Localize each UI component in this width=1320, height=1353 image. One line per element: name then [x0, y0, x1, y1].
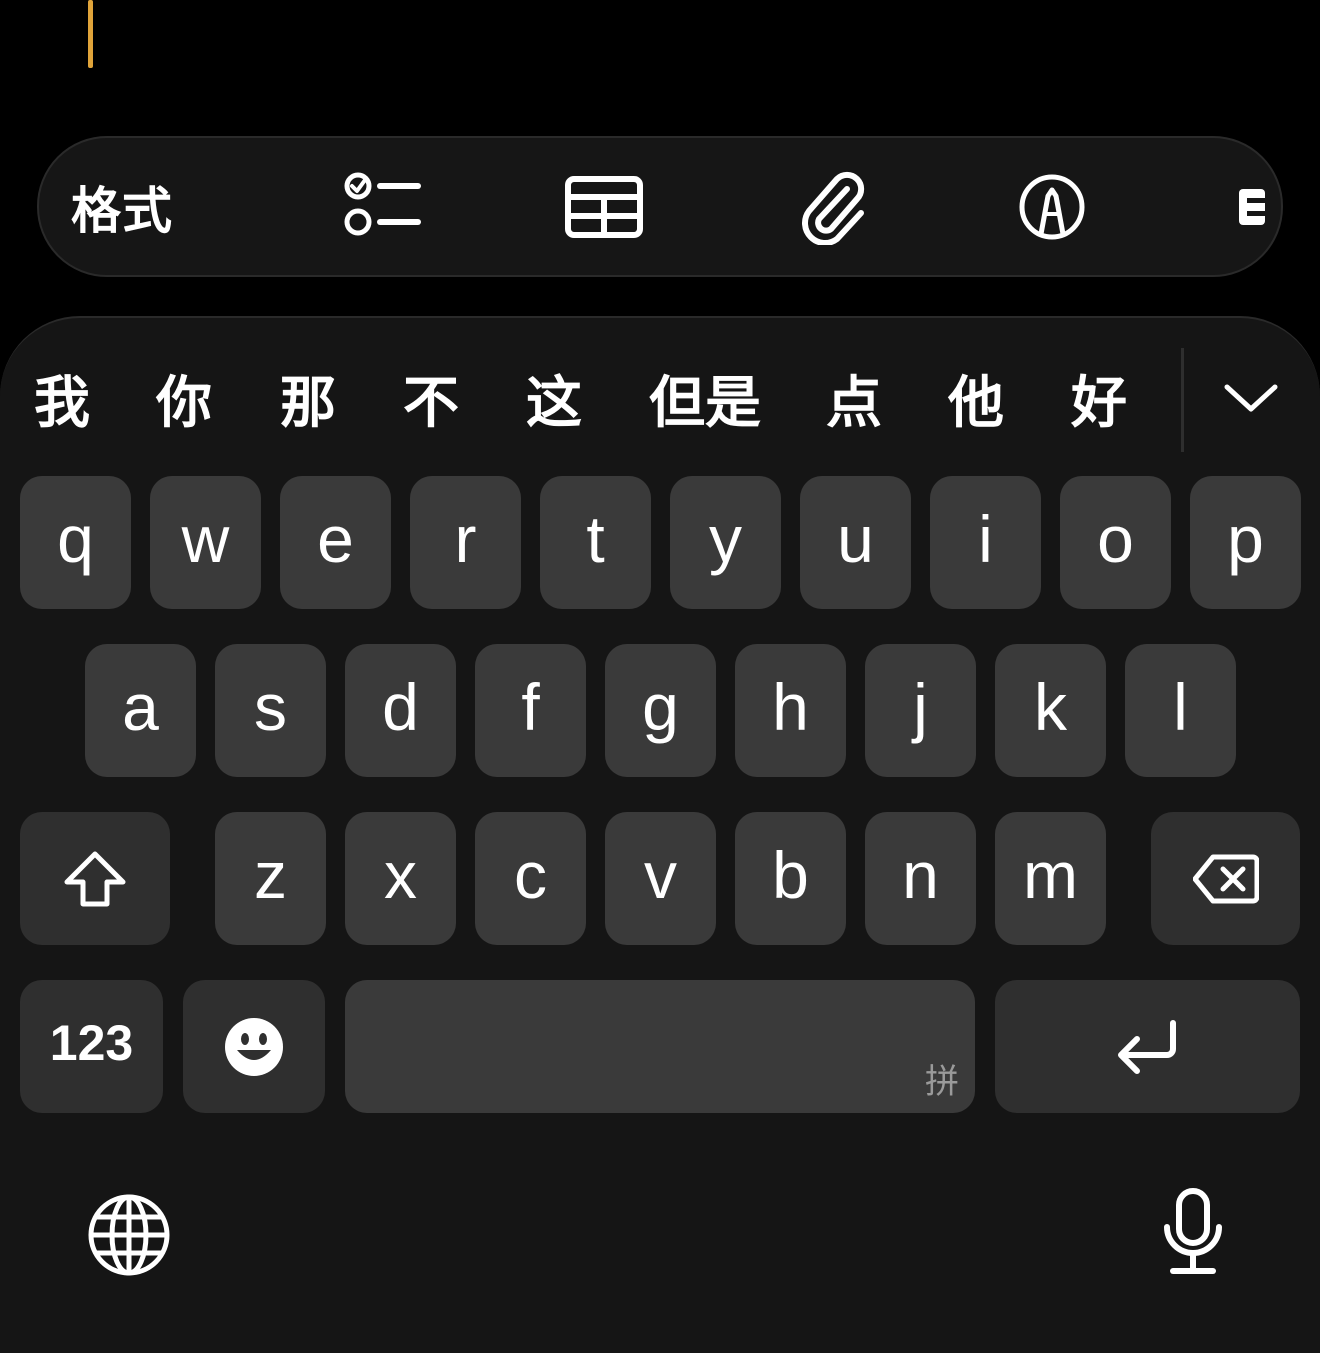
delete-key[interactable] [1151, 812, 1300, 945]
key-x[interactable]: x [345, 812, 456, 945]
expand-candidates-button[interactable] [1213, 368, 1289, 428]
candidate-item[interactable]: 我 [34, 348, 90, 448]
emoji-icon [225, 1017, 283, 1076]
microphone-icon [1164, 1188, 1222, 1274]
key-m[interactable]: m [995, 812, 1106, 945]
candidate-divider [1181, 348, 1184, 452]
candidate-item[interactable]: 不 [403, 348, 459, 448]
key-z[interactable]: z [215, 812, 326, 945]
shift-key[interactable] [20, 812, 170, 945]
chevron-down-icon [1224, 384, 1278, 412]
key-w[interactable]: w [150, 476, 261, 609]
key-v[interactable]: v [605, 812, 716, 945]
keyboard: 我 你 那 不 这 但是 点 他 好 q w e r t y u i o p a… [0, 316, 1320, 1353]
markup-pen-icon [1019, 174, 1085, 239]
key-o[interactable]: o [1060, 476, 1171, 609]
candidate-item[interactable]: 你 [156, 348, 212, 448]
key-d[interactable]: d [345, 644, 456, 777]
key-q[interactable]: q [20, 476, 131, 609]
key-f[interactable]: f [475, 644, 586, 777]
checklist-icon [344, 172, 421, 235]
key-l[interactable]: l [1125, 644, 1236, 777]
key-r[interactable]: r [410, 476, 521, 609]
more-button[interactable] [1235, 138, 1275, 275]
emoji-key[interactable] [183, 980, 325, 1113]
input-method-hint: 拼 [925, 1062, 959, 1102]
candidate-bar: 我 你 那 不 这 但是 点 他 好 [0, 348, 1320, 458]
candidate-item[interactable]: 点 [826, 348, 882, 448]
key-u[interactable]: u [800, 476, 911, 609]
space-key[interactable]: 拼 [345, 980, 975, 1113]
numbers-key[interactable]: 123 [20, 980, 163, 1113]
candidate-item[interactable]: 好 [1071, 348, 1127, 448]
key-j[interactable]: j [865, 644, 976, 777]
table-icon [565, 175, 643, 238]
more-icon [1239, 188, 1265, 225]
shift-icon [64, 851, 126, 906]
candidate-item[interactable]: 这 [526, 348, 582, 448]
key-s[interactable]: s [215, 644, 326, 777]
key-a[interactable]: a [85, 644, 196, 777]
key-t[interactable]: t [540, 476, 651, 609]
key-h[interactable]: h [735, 644, 846, 777]
key-y[interactable]: y [670, 476, 781, 609]
formatting-toolbar: 格式 [37, 136, 1283, 277]
paperclip-icon [802, 171, 865, 245]
return-icon [1117, 1019, 1176, 1074]
table-button[interactable] [549, 138, 659, 275]
key-i[interactable]: i [930, 476, 1041, 609]
globe-button[interactable] [86, 1192, 172, 1278]
markup-button[interactable] [997, 138, 1107, 275]
key-b[interactable]: b [735, 812, 846, 945]
backspace-icon [1192, 854, 1259, 903]
attachment-button[interactable] [779, 138, 889, 275]
format-button[interactable]: 格式 [71, 138, 173, 275]
return-key[interactable] [995, 980, 1300, 1113]
key-p[interactable]: p [1190, 476, 1301, 609]
checklist-button[interactable] [323, 138, 441, 275]
key-c[interactable]: c [475, 812, 586, 945]
globe-icon [88, 1194, 170, 1276]
dictation-button[interactable] [1158, 1186, 1228, 1278]
candidate-item[interactable]: 他 [948, 348, 1004, 448]
key-g[interactable]: g [605, 644, 716, 777]
candidate-item[interactable]: 但是 [649, 348, 761, 448]
key-k[interactable]: k [995, 644, 1106, 777]
text-caret [88, 0, 93, 68]
key-n[interactable]: n [865, 812, 976, 945]
candidate-item[interactable]: 那 [280, 348, 336, 448]
key-e[interactable]: e [280, 476, 391, 609]
